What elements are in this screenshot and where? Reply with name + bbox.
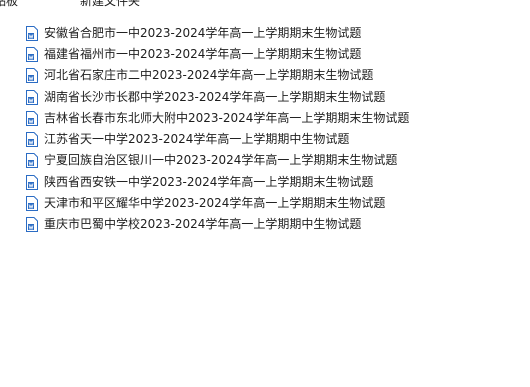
word-doc-icon — [26, 25, 38, 41]
file-name: 宁夏回族自治区银川一中2023-2024学年高一上学期期末生物试题 — [44, 153, 398, 167]
file-item[interactable]: 湖南省长沙市长郡中学2023-2024学年高一上学期期末生物试题 — [26, 88, 385, 106]
file-item[interactable]: 福建省福州市一中2023-2024学年高一上学期期末生物试题 — [26, 45, 361, 63]
file-item[interactable]: 宁夏回族自治区银川一中2023-2024学年高一上学期期末生物试题 — [26, 151, 397, 169]
file-item[interactable]: 重庆市巴蜀中学校2023-2024学年高一上学期期中生物试题 — [26, 215, 361, 233]
file-item[interactable]: 吉林省长春市东北师大附中2023-2024学年高一上学期期末生物试题 — [26, 109, 409, 127]
file-name: 天津市和平区耀华中学2023-2024学年高一上学期期末生物试题 — [44, 196, 386, 210]
file-item[interactable]: 天津市和平区耀华中学2023-2024学年高一上学期期末生物试题 — [26, 194, 385, 212]
toolbar: 剪贴板 新建文件夹 — [0, 0, 530, 11]
word-doc-icon — [26, 131, 38, 147]
word-doc-icon — [26, 216, 38, 232]
file-item[interactable]: 陕西省西安铁一中学2023-2024学年高一上学期期末生物试题 — [26, 173, 373, 191]
word-doc-icon — [26, 89, 38, 105]
file-item[interactable]: 江苏省天一中学2023-2024学年高一上学期期中生物试题 — [26, 130, 349, 148]
word-doc-icon — [26, 174, 38, 190]
word-doc-icon — [26, 110, 38, 126]
file-name: 福建省福州市一中2023-2024学年高一上学期期末生物试题 — [44, 47, 362, 61]
word-doc-icon — [26, 67, 38, 83]
word-doc-icon — [26, 46, 38, 62]
file-name: 江苏省天一中学2023-2024学年高一上学期期中生物试题 — [44, 132, 350, 146]
file-name: 重庆市巴蜀中学校2023-2024学年高一上学期期中生物试题 — [44, 217, 362, 231]
toolbar-left-label[interactable]: 剪贴板 — [0, 0, 18, 11]
file-name: 陕西省西安铁一中学2023-2024学年高一上学期期末生物试题 — [44, 175, 374, 189]
file-name: 河北省石家庄市二中2023-2024学年高一上学期期末生物试题 — [44, 68, 374, 82]
file-name: 吉林省长春市东北师大附中2023-2024学年高一上学期期末生物试题 — [44, 111, 410, 125]
file-item[interactable]: 河北省石家庄市二中2023-2024学年高一上学期期末生物试题 — [26, 66, 373, 84]
new-folder-button[interactable]: 新建文件夹 — [80, 0, 140, 11]
word-doc-icon — [26, 195, 38, 211]
file-item[interactable]: 安徽省合肥市一中2023-2024学年高一上学期期末生物试题 — [26, 24, 361, 42]
file-name: 湖南省长沙市长郡中学2023-2024学年高一上学期期末生物试题 — [44, 90, 386, 104]
word-doc-icon — [26, 152, 38, 168]
file-name: 安徽省合肥市一中2023-2024学年高一上学期期末生物试题 — [44, 26, 362, 40]
